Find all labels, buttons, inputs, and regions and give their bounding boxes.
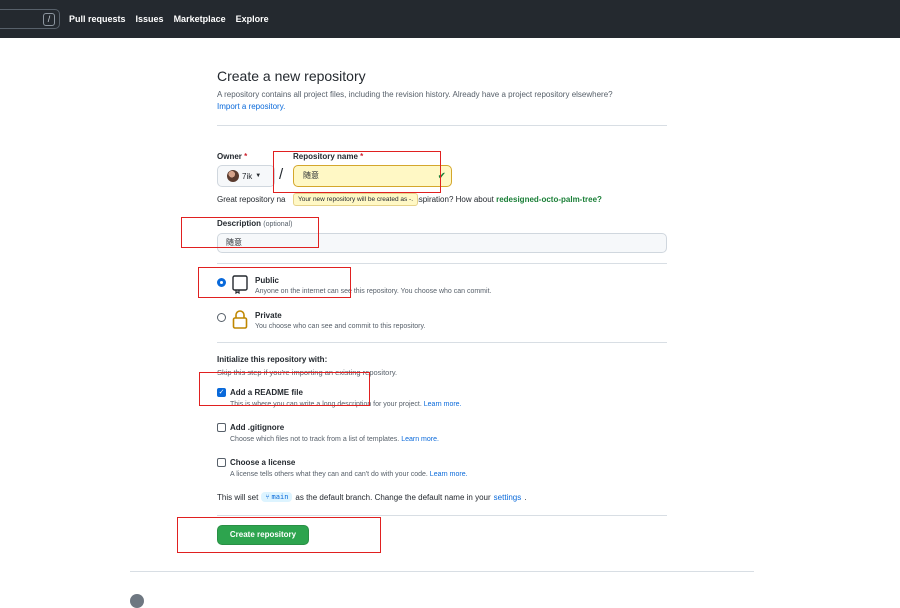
repository-name-input[interactable]: 随意 ✔ [293, 165, 452, 187]
branch-name: main [271, 493, 289, 501]
repo-public-icon [232, 275, 248, 294]
description-label-text: Description [217, 219, 262, 228]
avatar [227, 170, 239, 182]
private-title: Private [255, 311, 282, 320]
owner-label-text: Owner [217, 152, 242, 161]
license-desc-text: A license tells others what they can and… [230, 471, 428, 478]
license-checkbox[interactable] [217, 458, 226, 467]
gitignore-learn-more-link[interactable]: Learn more. [401, 436, 439, 443]
gitignore-desc-text: Choose which files not to track from a l… [230, 436, 400, 443]
suggested-name[interactable]: redesigned-octo-palm-tree? [496, 195, 602, 204]
nav-issues[interactable]: Issues [136, 14, 164, 24]
github-logo-icon [130, 594, 144, 608]
init-title: Initialize this repository with: [217, 355, 328, 364]
branch-suffix: as the default branch. Change the defaul… [295, 492, 491, 502]
gitignore-checkbox[interactable] [217, 423, 226, 432]
branch-prefix: This will set [217, 492, 259, 502]
readme-checkbox[interactable]: ✓ [217, 388, 226, 397]
license-title: Choose a license [230, 458, 296, 467]
repo-name-label-text: Repository name [293, 152, 358, 161]
optional-marker: (optional) [263, 221, 293, 228]
init-subtitle: Skip this step if you're importing an ex… [217, 368, 398, 377]
private-radio[interactable] [217, 313, 226, 322]
readme-desc-text: This is where you can write a long descr… [230, 401, 422, 408]
gitignore-title: Add .gitignore [230, 423, 285, 432]
gitignore-desc: Choose which files not to track from a l… [230, 436, 439, 443]
divider [217, 515, 667, 516]
default-branch-note: This will set ⑂ main as the default bran… [217, 492, 526, 502]
page-subtitle: A repository contains all project files,… [217, 89, 667, 113]
license-desc: A license tells others what they can and… [230, 471, 468, 478]
search-shortcut-key: / [43, 13, 55, 26]
repo-name-label: Repository name * [293, 152, 363, 161]
global-header: / Pull requests Issues Marketplace Explo… [0, 0, 900, 38]
description-label: Description (optional) [217, 219, 292, 228]
search-input[interactable]: / [0, 9, 60, 29]
import-repository-link[interactable]: Import a repository. [217, 102, 285, 111]
subtitle-text: A repository contains all project files,… [217, 90, 613, 99]
nav-pull-requests[interactable]: Pull requests [69, 14, 126, 24]
readme-learn-more-link[interactable]: Learn more. [424, 401, 462, 408]
required-marker: * [244, 152, 248, 161]
repository-name-value: 随意 [303, 171, 319, 180]
top-nav: Pull requests Issues Marketplace Explore [69, 0, 269, 38]
owner-label: Owner * [217, 152, 247, 161]
readme-desc: This is where you can write a long descr… [230, 401, 462, 408]
divider [217, 263, 667, 264]
owner-dropdown[interactable]: 7ik ▼ [217, 165, 275, 187]
page-title: Create a new repository [217, 68, 366, 84]
divider [217, 125, 667, 126]
nav-marketplace[interactable]: Marketplace [174, 14, 226, 24]
naming-hint: Great repository na inspiration? How abou… [217, 195, 667, 204]
public-title: Public [255, 276, 280, 285]
branch-icon: ⑂ [265, 493, 270, 501]
owner-repo-separator: / [279, 166, 284, 183]
caret-down-icon: ▼ [255, 173, 262, 179]
lock-icon [232, 310, 248, 329]
settings-link[interactable]: settings [494, 493, 522, 502]
private-desc: You choose who can see and commit to thi… [255, 323, 426, 330]
footer-divider [130, 571, 754, 572]
description-value: 随意 [226, 238, 242, 247]
naming-hint-prefix: Great repository na [217, 195, 286, 204]
required-marker: * [360, 152, 364, 161]
check-icon: ✔ [437, 171, 446, 182]
description-input[interactable]: 随意 [217, 233, 667, 253]
repo-name-tooltip: Your new repository will be created as -… [293, 193, 419, 206]
create-repository-button[interactable]: Create repository [217, 525, 309, 545]
readme-title: Add a README file [230, 388, 303, 397]
branch-end: . [524, 492, 527, 502]
branch-chip: ⑂ main [261, 492, 293, 502]
license-learn-more-link[interactable]: Learn more. [430, 471, 468, 478]
owner-value: 7ik [242, 171, 253, 181]
public-desc: Anyone on the internet can see this repo… [255, 288, 492, 295]
divider [217, 342, 667, 343]
nav-explore[interactable]: Explore [236, 14, 269, 24]
public-radio[interactable] [217, 278, 226, 287]
naming-hint-suffix: inspiration? How about [412, 195, 494, 204]
